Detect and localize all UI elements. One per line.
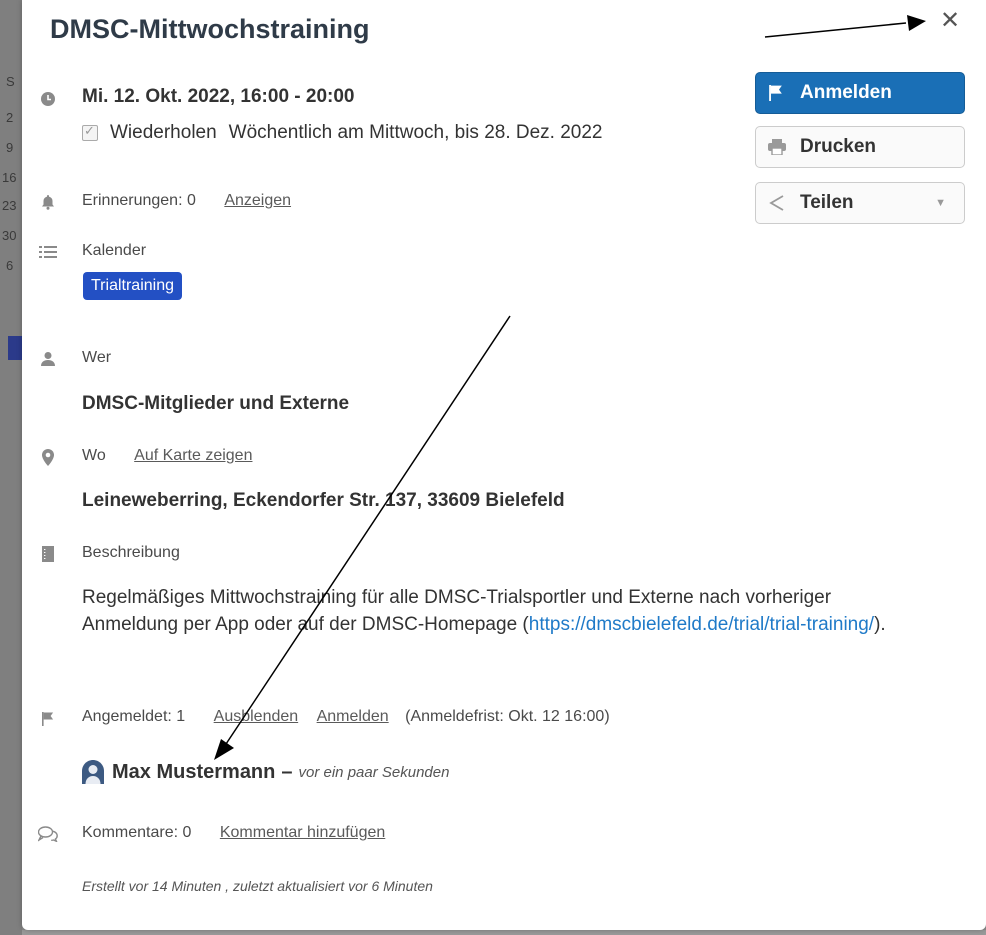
reminders-row: Erinnerungen: 0 Anzeigen [82, 192, 291, 210]
flag-icon [38, 709, 58, 729]
where-label: Wo [82, 447, 106, 464]
background-highlight [8, 336, 22, 360]
attendee-name: Max Mustermann [112, 760, 276, 783]
repeat-row: Wiederholen Wöchentlich am Mittwoch, bis… [82, 122, 603, 144]
event-timestamps: Erstellt vor 14 Minuten , zuletzt aktual… [82, 878, 433, 894]
share-button-label: Teilen [800, 192, 854, 213]
avatar-icon [82, 760, 104, 784]
share-icon [768, 194, 788, 212]
who-value: DMSC-Mitglieder und Externe [82, 393, 350, 414]
document-icon [38, 544, 58, 564]
close-icon[interactable]: ✕ [940, 6, 960, 35]
print-button-label: Drucken [800, 136, 877, 157]
background-text: 30 [2, 228, 17, 243]
repeat-checkbox[interactable] [82, 123, 98, 141]
hide-registrations-link[interactable]: Ausblenden [214, 708, 299, 725]
background-text: 9 [6, 140, 14, 155]
description-label: Beschreibung [82, 544, 180, 561]
event-date-time: Mi. 12. Okt. 2022, 16:00 - 20:00 [82, 86, 355, 107]
where-value: Leineweberring, Eckendorfer Str. 137, 33… [82, 490, 565, 511]
background-text: 23 [2, 198, 17, 213]
print-button[interactable]: Drucken [755, 126, 965, 168]
who-label: Wer [82, 349, 112, 366]
user-icon [38, 349, 58, 369]
homepage-link[interactable]: https://dmscbielefeld.de/trial/trial-tra… [529, 614, 874, 635]
comments-count: Kommentare: 0 [82, 824, 192, 841]
register-link[interactable]: Anmelden [317, 708, 389, 725]
attendee-separator: – [281, 760, 293, 783]
share-button[interactable]: Teilen ▼ [755, 182, 965, 224]
repeat-value: Wöchentlich am Mittwoch, bis 28. Dez. 20… [228, 122, 603, 143]
description-end: ). [874, 614, 886, 635]
calendar-label: Kalender [82, 242, 147, 259]
background-strip [22, 930, 986, 935]
attendee-time: vor ein paar Sekunden [298, 763, 450, 781]
add-comment-link[interactable]: Kommentar hinzufügen [220, 824, 385, 841]
reminders-label: Erinnerungen: 0 [82, 192, 196, 209]
background-text: 2 [6, 110, 14, 125]
attendee-item: Max Mustermann – vor ein paar Sekunden [82, 760, 449, 784]
register-button[interactable]: Anmelden [755, 72, 965, 114]
event-title: DMSC-Mittwochstraining [50, 14, 370, 44]
event-dialog: DMSC-Mittwochstraining ✕ Mi. 12. Okt. 20… [22, 0, 986, 930]
comments-icon [38, 824, 58, 844]
register-button-label: Anmelden [800, 82, 892, 103]
comments-row: Kommentare: 0 Kommentar hinzufügen [82, 824, 385, 842]
where-row: Wo Auf Karte zeigen [82, 447, 252, 465]
clock-icon [38, 89, 58, 109]
printer-icon [768, 139, 788, 155]
map-pin-icon [38, 447, 58, 467]
background-text: 6 [6, 258, 14, 273]
background-text: S [6, 74, 15, 89]
list-icon [38, 242, 58, 262]
description-text: Regelmäßiges Mittwochstraining für alle … [82, 584, 922, 638]
registration-deadline: (Anmeldefrist: Okt. 12 16:00) [405, 708, 610, 725]
bell-icon [38, 192, 58, 212]
flag-icon [768, 85, 788, 101]
repeat-label: Wiederholen [110, 122, 217, 143]
chevron-down-icon[interactable]: ▼ [935, 197, 946, 209]
show-map-link[interactable]: Auf Karte zeigen [134, 447, 252, 464]
background-text: 16 [2, 170, 17, 185]
show-reminders-link[interactable]: Anzeigen [224, 192, 291, 209]
registrations-row: Angemeldet: 1 Ausblenden Anmelden (Anmel… [82, 708, 610, 726]
calendar-badge[interactable]: Trialtraining [83, 272, 182, 300]
registered-count: Angemeldet: 1 [82, 708, 186, 725]
